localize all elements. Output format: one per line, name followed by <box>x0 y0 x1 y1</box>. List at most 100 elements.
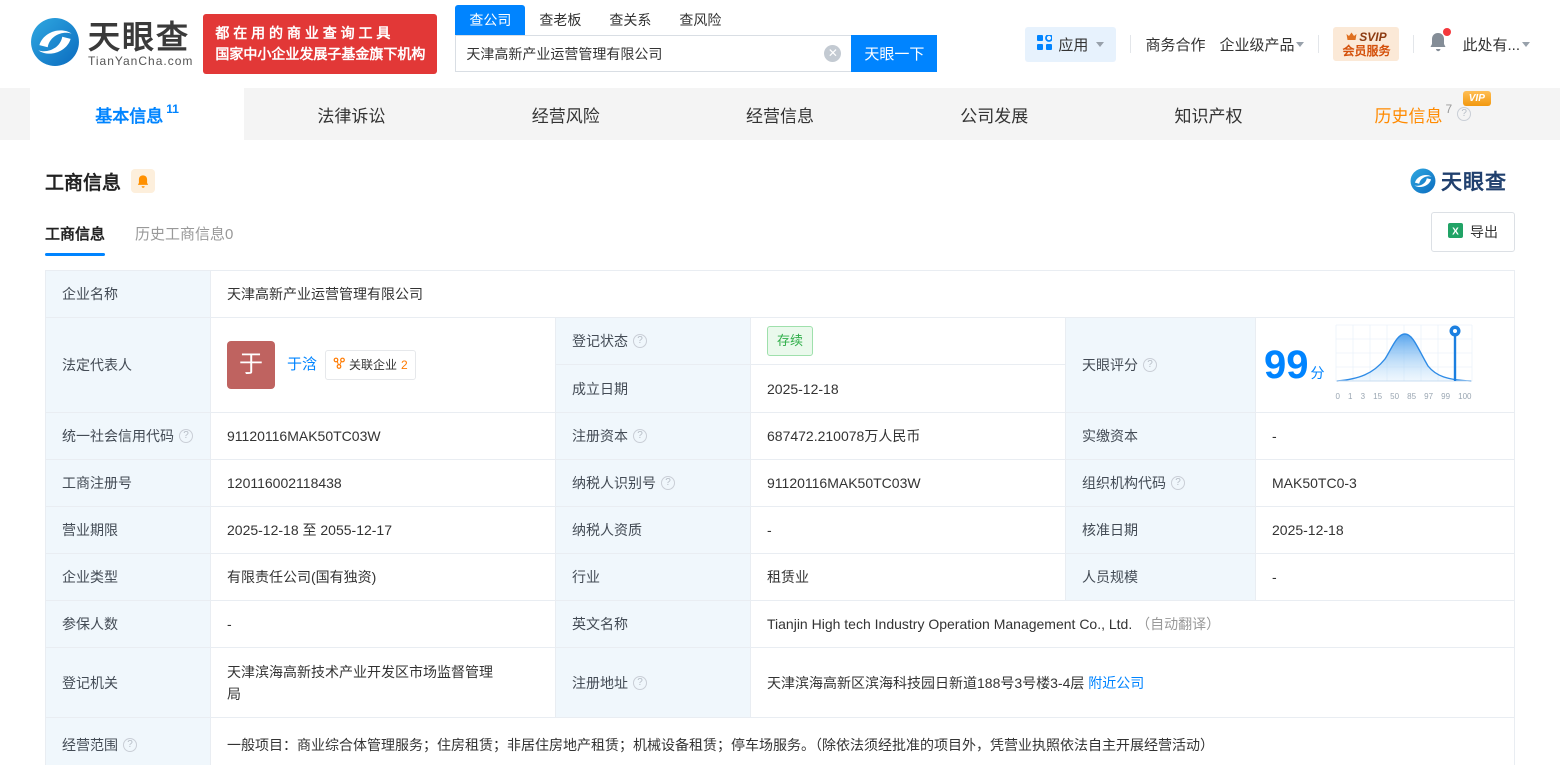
notifications-bell-icon[interactable] <box>1428 27 1452 58</box>
nav-enterprise[interactable]: 企业级产品 <box>1219 34 1305 55</box>
search-tab-boss[interactable]: 查老板 <box>525 5 595 35</box>
field-value-reg-status: 存续 <box>751 318 1066 364</box>
search-button[interactable]: 天眼一下 <box>851 35 938 72</box>
subtab-history-business-info[interactable]: 历史工商信息0 <box>135 223 233 256</box>
search-input[interactable] <box>466 45 825 62</box>
help-icon[interactable]: ? <box>661 476 675 490</box>
field-value-reg-capital: 687472.210078万人民币 <box>751 413 1066 459</box>
field-value-reg-number: 120116002118438 <box>211 460 556 506</box>
table-row: 经营范围? 一般项目：商业综合体管理服务；住房租赁；非居住房地产租赁；机械设备租… <box>46 718 1514 765</box>
subtab-business-info[interactable]: 工商信息 <box>45 223 106 256</box>
field-value-establish-date: 2025-12-18 <box>751 365 1066 412</box>
clear-search-icon[interactable]: ✕ <box>824 45 842 62</box>
field-value-english-name: Tianjin High tech Industry Operation Man… <box>751 601 1506 647</box>
user-menu[interactable]: 此处有... <box>1462 34 1530 55</box>
crown-icon <box>1346 30 1357 44</box>
apps-grid-icon <box>1037 33 1054 54</box>
chevron-down-icon <box>1296 41 1305 47</box>
monitor-bell-icon[interactable] <box>131 169 156 193</box>
table-row: 登记机关 天津滨海高新技术产业开发区市场监督管理局 注册地址? 天津滨海高新区滨… <box>46 648 1514 718</box>
field-label-reg-address: 注册地址? <box>556 648 751 717</box>
tab-operating-risk[interactable]: 经营风险 <box>459 88 673 140</box>
score-chart-axis: 01 3 15 50 85 97 99 100 <box>1335 391 1472 401</box>
tianyancha-logo[interactable]: 天眼查 TianYanCha.com <box>30 17 193 72</box>
main-content: 工商信息 天眼查 工商信息 历史工商信息0 X 导出 企业名称 天津高新产业运营… <box>0 140 1560 765</box>
field-label-english-name: 英文名称 <box>556 601 751 647</box>
field-label-approval-date: 核准日期 <box>1066 507 1256 553</box>
field-value-industry: 租赁业 <box>751 554 1066 600</box>
tab-business-info[interactable]: 经营信息 <box>673 88 887 140</box>
field-value-staff-size: - <box>1256 554 1506 600</box>
help-icon[interactable]: ? <box>633 429 647 443</box>
brand-domain: TianYanCha.com <box>88 54 194 68</box>
excel-icon: X <box>1448 223 1463 241</box>
field-label-insured: 参保人数 <box>46 601 211 647</box>
field-value-org-code: MAK50TC0-3 <box>1256 460 1506 506</box>
help-icon[interactable]: ? <box>1457 107 1472 121</box>
svg-text:X: X <box>1452 227 1459 238</box>
field-label-business-scope: 经营范围? <box>46 718 211 765</box>
field-label-reg-status: 登记状态? <box>556 318 751 364</box>
field-value-company-type: 有限责任公司(国有独资) <box>211 554 556 600</box>
table-row: 参保人数 - 英文名称 Tianjin High tech Industry O… <box>46 601 1514 648</box>
search-tab-relation[interactable]: 查关系 <box>595 5 665 35</box>
divider <box>1130 35 1132 53</box>
help-icon[interactable]: ? <box>1143 358 1157 372</box>
field-value-paid-capital: - <box>1256 413 1506 459</box>
field-label-legal-rep: 法定代表人 <box>46 318 211 412</box>
field-label-score: 天眼评分? <box>1066 318 1256 412</box>
field-label-establish-date: 成立日期 <box>556 365 751 412</box>
score-distribution-chart: 01 3 15 50 85 97 99 100 <box>1335 323 1473 408</box>
svip-member-button[interactable]: SVIP 会员服务 <box>1333 27 1400 61</box>
divider <box>1318 35 1320 53</box>
tab-basic-info[interactable]: 基本信息 11 <box>30 88 245 140</box>
help-icon[interactable]: ? <box>633 334 647 348</box>
help-icon[interactable]: ? <box>179 429 193 443</box>
legal-rep-avatar[interactable]: 于 <box>227 341 275 389</box>
tab-legal[interactable]: 法律诉讼 <box>244 88 458 140</box>
help-icon[interactable]: ? <box>123 738 137 752</box>
help-icon[interactable]: ? <box>633 675 647 690</box>
field-value-legal-rep: 于 于浛 关联企业 2 <box>211 318 556 412</box>
legal-rep-name-link[interactable]: 于浛 <box>287 354 317 376</box>
table-row: 营业期限 2025-12-18 至 2055-12-17 纳税人资质 - 核准日… <box>46 507 1514 554</box>
field-label-industry: 行业 <box>556 554 751 600</box>
field-value-score: 99 分 0 1 3 15 50 85 97 99 100 <box>1256 318 1506 412</box>
header: 天眼查 TianYanCha.com 都 在 用 的 商 业 查 询 工 具 国… <box>0 0 1560 88</box>
tab-history-info[interactable]: VIP 历史信息 7 ? <box>1316 88 1530 140</box>
field-label-reg-number: 工商注册号 <box>46 460 211 506</box>
tab-company-development[interactable]: 公司发展 <box>887 88 1101 140</box>
apps-menu-label: 应用 <box>1058 36 1089 54</box>
company-tabbar: 基本信息 11 法律诉讼 经营风险 经营信息 公司发展 知识产权 VIP 历史信息… <box>0 88 1560 140</box>
field-value-insured: - <box>211 601 556 647</box>
related-companies-badge[interactable]: 关联企业 2 <box>325 350 416 380</box>
export-button[interactable]: X 导出 <box>1431 212 1515 252</box>
help-icon[interactable]: ? <box>1171 476 1185 490</box>
field-value-approval-date: 2025-12-18 <box>1256 507 1506 553</box>
search-block: 查公司 查老板 查关系 查风险 ✕ 天眼一下 <box>455 5 938 72</box>
table-row: 工商注册号 120116002118438 纳税人识别号? 91120116MA… <box>46 460 1514 507</box>
field-label-org-code: 组织机构代码? <box>1066 460 1256 506</box>
field-label-reg-authority: 登记机关 <box>46 648 211 717</box>
tab-intellectual-property[interactable]: 知识产权 <box>1101 88 1315 140</box>
field-label-company-name: 企业名称 <box>46 271 211 317</box>
nearby-companies-link[interactable]: 附近公司 <box>1088 672 1144 694</box>
search-tab-company[interactable]: 查公司 <box>455 5 526 35</box>
status-badge: 存续 <box>767 326 814 356</box>
nav-cooperation[interactable]: 商务合作 <box>1145 34 1205 55</box>
field-label-taxpayer-id: 纳税人识别号? <box>556 460 751 506</box>
apps-menu-button[interactable]: 应用 <box>1025 26 1117 62</box>
network-icon <box>333 354 345 376</box>
search-tab-risk[interactable]: 查风险 <box>665 5 735 35</box>
search-tabs: 查公司 查老板 查关系 查风险 <box>455 5 937 35</box>
tianyancha-logo-icon <box>30 17 80 72</box>
divider <box>1413 35 1415 53</box>
chevron-down-icon <box>1522 41 1530 47</box>
chevron-down-icon <box>1096 41 1105 47</box>
field-label-paid-capital: 实缴资本 <box>1066 413 1256 459</box>
watermark-logo: 天眼查 <box>1410 166 1507 196</box>
field-label-taxpayer-quality: 纳税人资质 <box>556 507 751 553</box>
field-label-reg-capital: 注册资本? <box>556 413 751 459</box>
field-label-company-type: 企业类型 <box>46 554 211 600</box>
table-row: 企业类型 有限责任公司(国有独资) 行业 租赁业 人员规模 - <box>46 554 1514 601</box>
